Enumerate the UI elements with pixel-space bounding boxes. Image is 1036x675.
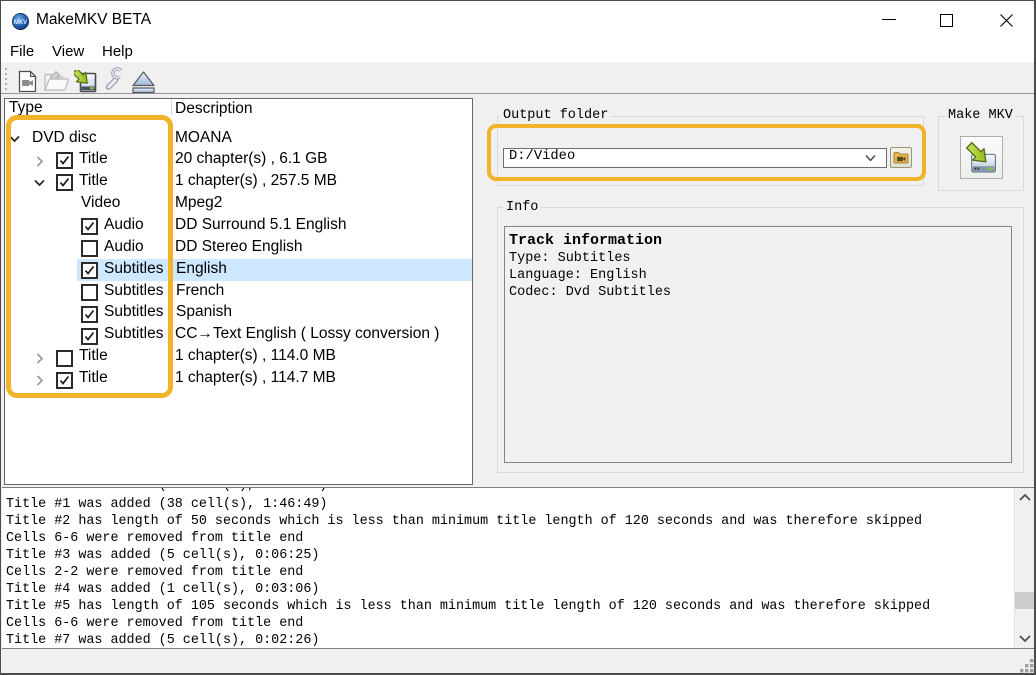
svg-text:MKV: MKV (14, 20, 27, 26)
